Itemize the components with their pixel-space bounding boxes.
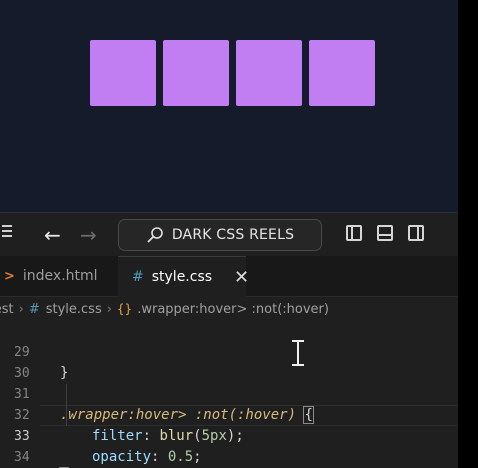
layout-controls: [346, 225, 424, 241]
css-file-icon: #: [28, 301, 40, 317]
preview-pane: [0, 0, 458, 212]
editor-tabs: > index.html # style.css ✕: [0, 256, 458, 297]
back-arrow-icon[interactable]: ←: [44, 223, 61, 247]
toggle-secondary-sidebar-icon[interactable]: [408, 225, 424, 241]
symbol-icon: {}: [116, 302, 133, 316]
code-line: 32 filter: blur(5px);: [0, 384, 458, 444]
css-value: 0.5: [167, 449, 194, 465]
title-bar: ← → DARK CSS REELS: [0, 212, 458, 256]
tab-index-html[interactable]: > index.html: [0, 256, 112, 296]
screen: ← → DARK CSS REELS > index.html # style.…: [0, 0, 458, 468]
line-number: 34: [14, 450, 30, 465]
preview-box[interactable]: [163, 40, 229, 106]
toggle-sidebar-icon[interactable]: [346, 225, 362, 241]
tab-label: style.css: [151, 269, 213, 285]
close-icon[interactable]: ✕: [234, 267, 249, 288]
html-file-icon: >: [4, 268, 15, 284]
command-center-search[interactable]: DARK CSS REELS: [118, 219, 322, 251]
code-editor[interactable]: 29 } 30 31 .wrapper:hover> :not(:hover) …: [0, 321, 458, 468]
code-line: 33 opacity: 0.5;: [0, 405, 458, 465]
breadcrumb-symbol[interactable]: .wrapper:hover> :not(:hover): [137, 302, 329, 317]
forward-arrow-icon[interactable]: →: [80, 223, 97, 247]
breadcrumb-file[interactable]: style.css: [46, 302, 102, 317]
toggle-panel-icon[interactable]: [377, 225, 393, 241]
code-line: 31 .wrapper:hover> :not(:hover) {: [0, 363, 458, 424]
preview-box[interactable]: [309, 40, 375, 106]
css-property: opacity: [92, 449, 152, 465]
code-line: 29 }: [0, 321, 458, 381]
search-icon: [147, 227, 163, 243]
breadcrumb-folder[interactable]: Test: [0, 302, 14, 317]
text-cursor-icon: [292, 340, 304, 366]
code-text: opacity: 0.5;: [92, 449, 202, 465]
preview-box[interactable]: [90, 40, 156, 106]
chevron-right-icon: ›: [106, 301, 112, 317]
breadcrumb: Test › # style.css › {} .wrapper:hover> …: [0, 297, 458, 321]
preview-box[interactable]: [236, 40, 302, 106]
tab-label: index.html: [22, 268, 98, 284]
menu-icon[interactable]: [2, 225, 12, 240]
tab-style-css[interactable]: # style.css ✕: [118, 256, 249, 297]
box-wrapper: [90, 40, 375, 106]
search-label: DARK CSS REELS: [171, 227, 295, 243]
css-file-icon: #: [132, 269, 144, 285]
code-line: 30: [0, 342, 458, 381]
code-line: 34 }: [0, 426, 458, 468]
chevron-right-icon: ›: [18, 301, 24, 317]
